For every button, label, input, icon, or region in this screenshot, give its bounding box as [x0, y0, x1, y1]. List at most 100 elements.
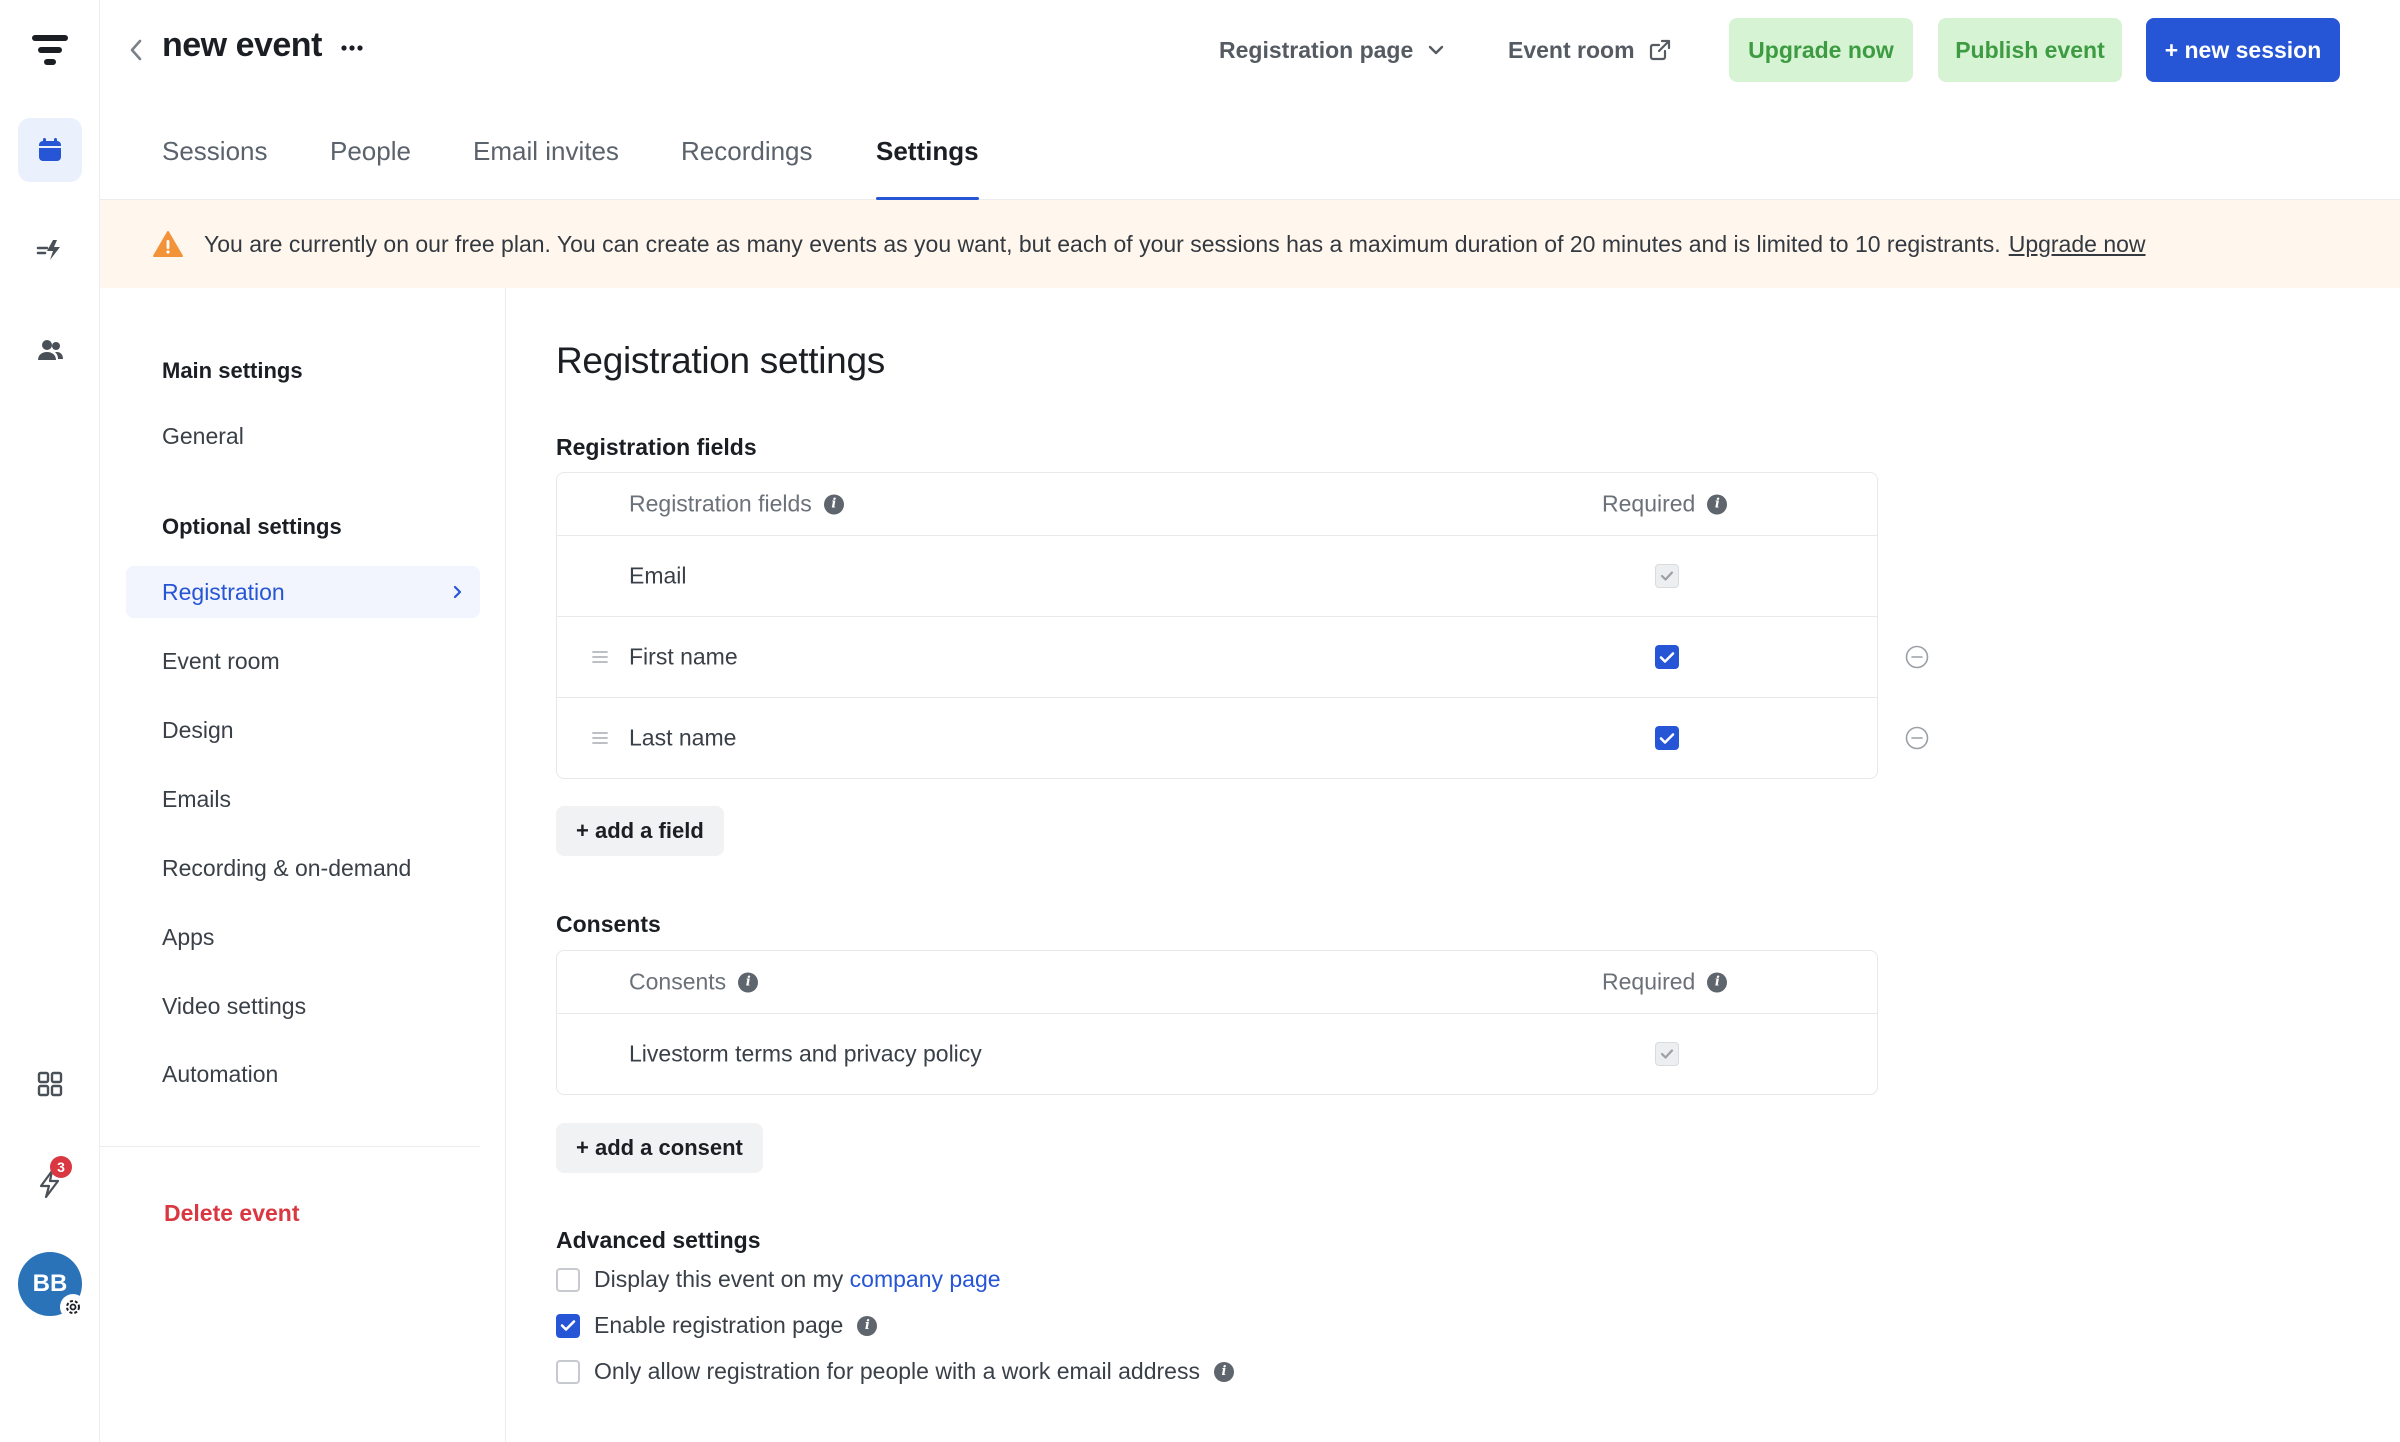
- sidebar-item-apps[interactable]: Apps: [126, 911, 480, 963]
- check-icon: [1660, 1049, 1674, 1059]
- display-on-company-page-option[interactable]: Display this event on my company page: [556, 1266, 1001, 1293]
- people-icon[interactable]: [18, 318, 82, 382]
- column-header-required: Required: [1602, 490, 1696, 517]
- column-header-fields: Registration fields: [629, 490, 812, 517]
- check-icon: [560, 1320, 576, 1331]
- sidebar-item-design[interactable]: Design: [126, 704, 480, 756]
- external-link-icon: [1649, 39, 1670, 61]
- sidebar-divider: [100, 1146, 480, 1147]
- enable-registration-page-checkbox[interactable]: [556, 1313, 580, 1338]
- banner-upgrade-link[interactable]: Upgrade now: [2009, 231, 2146, 258]
- info-icon[interactable]: i: [1213, 1361, 1234, 1382]
- remove-circle-icon[interactable]: [1905, 645, 1929, 669]
- event-room-link[interactable]: Event room: [1508, 30, 1671, 70]
- settings-sidebar: Main settings General Optional settings …: [100, 288, 506, 1442]
- avatar[interactable]: BB: [18, 1252, 86, 1320]
- registration-page-dropdown[interactable]: Registration page: [1219, 30, 1445, 70]
- sidebar-item-automation[interactable]: Automation: [126, 1048, 480, 1100]
- info-icon[interactable]: i: [1707, 494, 1728, 514]
- option-label: Only allow registration for people with …: [594, 1358, 1200, 1384]
- consents-table: Consents i Required i Livestorm terms an…: [556, 950, 1878, 1095]
- option-label: Display this event on my: [594, 1266, 844, 1292]
- company-page-link[interactable]: company page: [850, 1266, 1001, 1292]
- consent-name: Livestorm terms and privacy policy: [629, 1040, 982, 1067]
- registration-fields-table: Registration fields i Required i Email F…: [556, 472, 1929, 779]
- app-rail: 3 BB: [0, 0, 100, 1442]
- required-checkbox-last-name[interactable]: [1655, 726, 1679, 750]
- drag-handle-icon[interactable]: [591, 650, 609, 664]
- sidebar-item-video-settings[interactable]: Video settings: [126, 980, 480, 1032]
- required-checkbox-email: [1655, 564, 1679, 588]
- field-name: Email: [629, 562, 687, 589]
- avatar-initials: BB: [32, 1270, 68, 1297]
- new-session-button[interactable]: + new session: [2146, 18, 2340, 82]
- add-consent-button[interactable]: + add a consent: [556, 1123, 763, 1173]
- display-on-company-page-checkbox[interactable]: [556, 1267, 580, 1292]
- delete-event-button[interactable]: Delete event: [164, 1200, 300, 1227]
- main-settings-heading: Main settings: [162, 358, 303, 383]
- column-header-consents: Consents: [629, 968, 727, 995]
- chevron-down-icon: [1429, 45, 1444, 55]
- page-title: Registration settings: [556, 340, 885, 381]
- event-room-label: Event room: [1508, 36, 1635, 63]
- check-icon: [1660, 571, 1674, 581]
- add-field-button[interactable]: + add a field: [556, 806, 724, 856]
- advanced-settings-label: Advanced settings: [556, 1227, 761, 1253]
- publish-event-button[interactable]: Publish event: [1938, 18, 2122, 82]
- option-label: Enable registration page: [594, 1312, 844, 1338]
- table-row: First name: [557, 616, 1929, 697]
- sidebar-item-event-room[interactable]: Event room: [126, 635, 480, 687]
- calendar-icon[interactable]: [18, 118, 82, 182]
- banner-text: You are currently on our free plan. You …: [204, 230, 2001, 257]
- activity-icon[interactable]: [18, 218, 82, 282]
- tab-email-invites[interactable]: Email invites: [473, 136, 619, 200]
- info-icon[interactable]: i: [738, 972, 759, 992]
- notification-badge: 3: [50, 1156, 72, 1178]
- chevron-right-icon: [453, 585, 462, 599]
- tab-people[interactable]: People: [330, 136, 411, 200]
- registration-page-label: Registration page: [1219, 36, 1414, 63]
- remove-circle-icon[interactable]: [1905, 726, 1929, 750]
- back-button[interactable]: [118, 30, 154, 70]
- required-checkbox-first-name[interactable]: [1655, 645, 1679, 669]
- sidebar-item-registration[interactable]: Registration: [126, 566, 480, 618]
- column-header-required: Required: [1602, 968, 1696, 995]
- required-checkbox-terms: [1655, 1042, 1679, 1066]
- info-icon[interactable]: i: [1707, 972, 1728, 992]
- check-icon: [1659, 651, 1675, 663]
- warning-icon: [153, 231, 183, 257]
- table-header: Registration fields i Required i: [557, 473, 1877, 535]
- event-tabs: Sessions People Email invites Recordings…: [100, 100, 2400, 200]
- sidebar-item-recording[interactable]: Recording & on-demand: [126, 842, 480, 894]
- sidebar-item-general[interactable]: General: [126, 410, 480, 462]
- work-email-only-option[interactable]: Only allow registration for people with …: [556, 1358, 1234, 1385]
- upgrade-now-button[interactable]: Upgrade now: [1729, 18, 1913, 82]
- tab-sessions[interactable]: Sessions: [162, 136, 268, 200]
- app-logo-icon[interactable]: [18, 18, 82, 82]
- table-row: Email: [557, 535, 1877, 616]
- gear-icon: [60, 1294, 86, 1320]
- check-icon: [1659, 732, 1675, 744]
- notifications-bolt-icon[interactable]: 3: [18, 1152, 82, 1216]
- ellipsis-icon: [341, 45, 363, 51]
- registration-settings-panel: Registration settings Registration field…: [506, 288, 2400, 1442]
- table-row: Livestorm terms and privacy policy: [557, 1013, 1877, 1094]
- enable-registration-page-option[interactable]: Enable registration page i: [556, 1312, 878, 1339]
- sidebar-item-emails[interactable]: Emails: [126, 773, 480, 825]
- apps-grid-icon[interactable]: [18, 1052, 82, 1116]
- tab-recordings[interactable]: Recordings: [681, 136, 813, 200]
- table-header: Consents i Required i: [557, 951, 1877, 1013]
- tab-settings[interactable]: Settings: [876, 136, 979, 200]
- info-icon[interactable]: i: [823, 494, 844, 514]
- sidebar-item-label: Registration: [162, 578, 285, 605]
- free-plan-banner: You are currently on our free plan. You …: [100, 200, 2400, 288]
- drag-handle-icon[interactable]: [591, 731, 609, 745]
- more-options-button[interactable]: [332, 28, 372, 68]
- field-name: Last name: [629, 724, 737, 751]
- chevron-left-icon: [130, 39, 142, 61]
- work-email-only-checkbox[interactable]: [556, 1359, 580, 1384]
- info-icon[interactable]: i: [857, 1315, 878, 1336]
- optional-settings-heading: Optional settings: [162, 514, 342, 539]
- event-title[interactable]: new event: [162, 26, 322, 65]
- field-name: First name: [629, 643, 738, 670]
